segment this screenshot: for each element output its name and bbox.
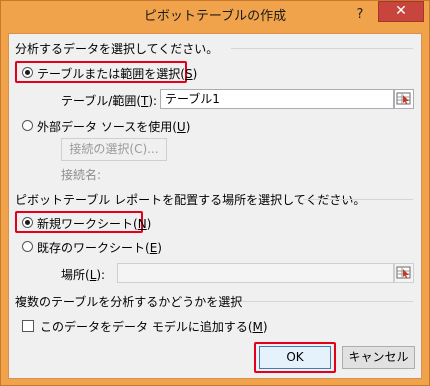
help-button[interactable]: ? — [347, 5, 373, 25]
ok-button[interactable]: OK — [259, 346, 331, 369]
radio-label-new-worksheet[interactable]: 新規ワークシート(N) — [37, 215, 151, 232]
close-icon: ✕ — [395, 3, 407, 19]
section-divider — [231, 48, 413, 49]
radio-new-worksheet[interactable] — [22, 217, 33, 228]
radio-label-use-external-source[interactable]: 外部データ ソースを使用(U) — [37, 118, 190, 135]
add-to-data-model-checkbox[interactable] — [22, 320, 34, 332]
close-button[interactable]: ✕ — [378, 1, 424, 22]
radio-select-table-range[interactable] — [22, 67, 33, 78]
section-divider — [303, 199, 413, 200]
section-divider — [241, 301, 413, 302]
range-picker-button[interactable] — [394, 89, 414, 109]
dialog-body: 分析するデータを選択してください。 テーブルまたは範囲を選択(S) テーブル/範… — [8, 33, 422, 379]
table-range-label: テーブル/範囲(T): — [61, 94, 158, 108]
location-label: 場所(L): — [61, 268, 106, 282]
choose-connection-button[interactable]: 接続の選択(C)... — [61, 138, 167, 161]
table-range-input[interactable]: テーブル1 — [160, 89, 394, 109]
location-picker-button[interactable] — [394, 263, 414, 283]
title-bar[interactable]: ピボットテーブルの作成 ? ✕ — [1, 1, 429, 33]
radio-use-external-source[interactable] — [22, 120, 33, 131]
section-heading-multiple-tables: 複数のテーブルを分析するかどうかを選択 — [15, 295, 243, 309]
radio-label-existing-worksheet[interactable]: 既存のワークシート(E) — [37, 239, 162, 256]
radio-existing-worksheet[interactable] — [22, 241, 33, 252]
location-input[interactable] — [117, 263, 394, 283]
cancel-button[interactable]: キャンセル — [342, 346, 415, 369]
section-heading-data-source: 分析するデータを選択してください。 — [15, 42, 219, 56]
range-picker-icon — [396, 92, 411, 105]
add-to-data-model-label[interactable]: このデータをデータ モデルに追加する(M) — [40, 318, 268, 335]
range-picker-icon — [396, 266, 411, 279]
connection-name-label: 接続名: — [61, 168, 102, 182]
radio-label-select-table-range[interactable]: テーブルまたは範囲を選択(S) — [37, 65, 197, 82]
create-pivottable-dialog: ピボットテーブルの作成 ? ✕ 分析するデータを選択してください。 テーブルまた… — [0, 0, 430, 386]
